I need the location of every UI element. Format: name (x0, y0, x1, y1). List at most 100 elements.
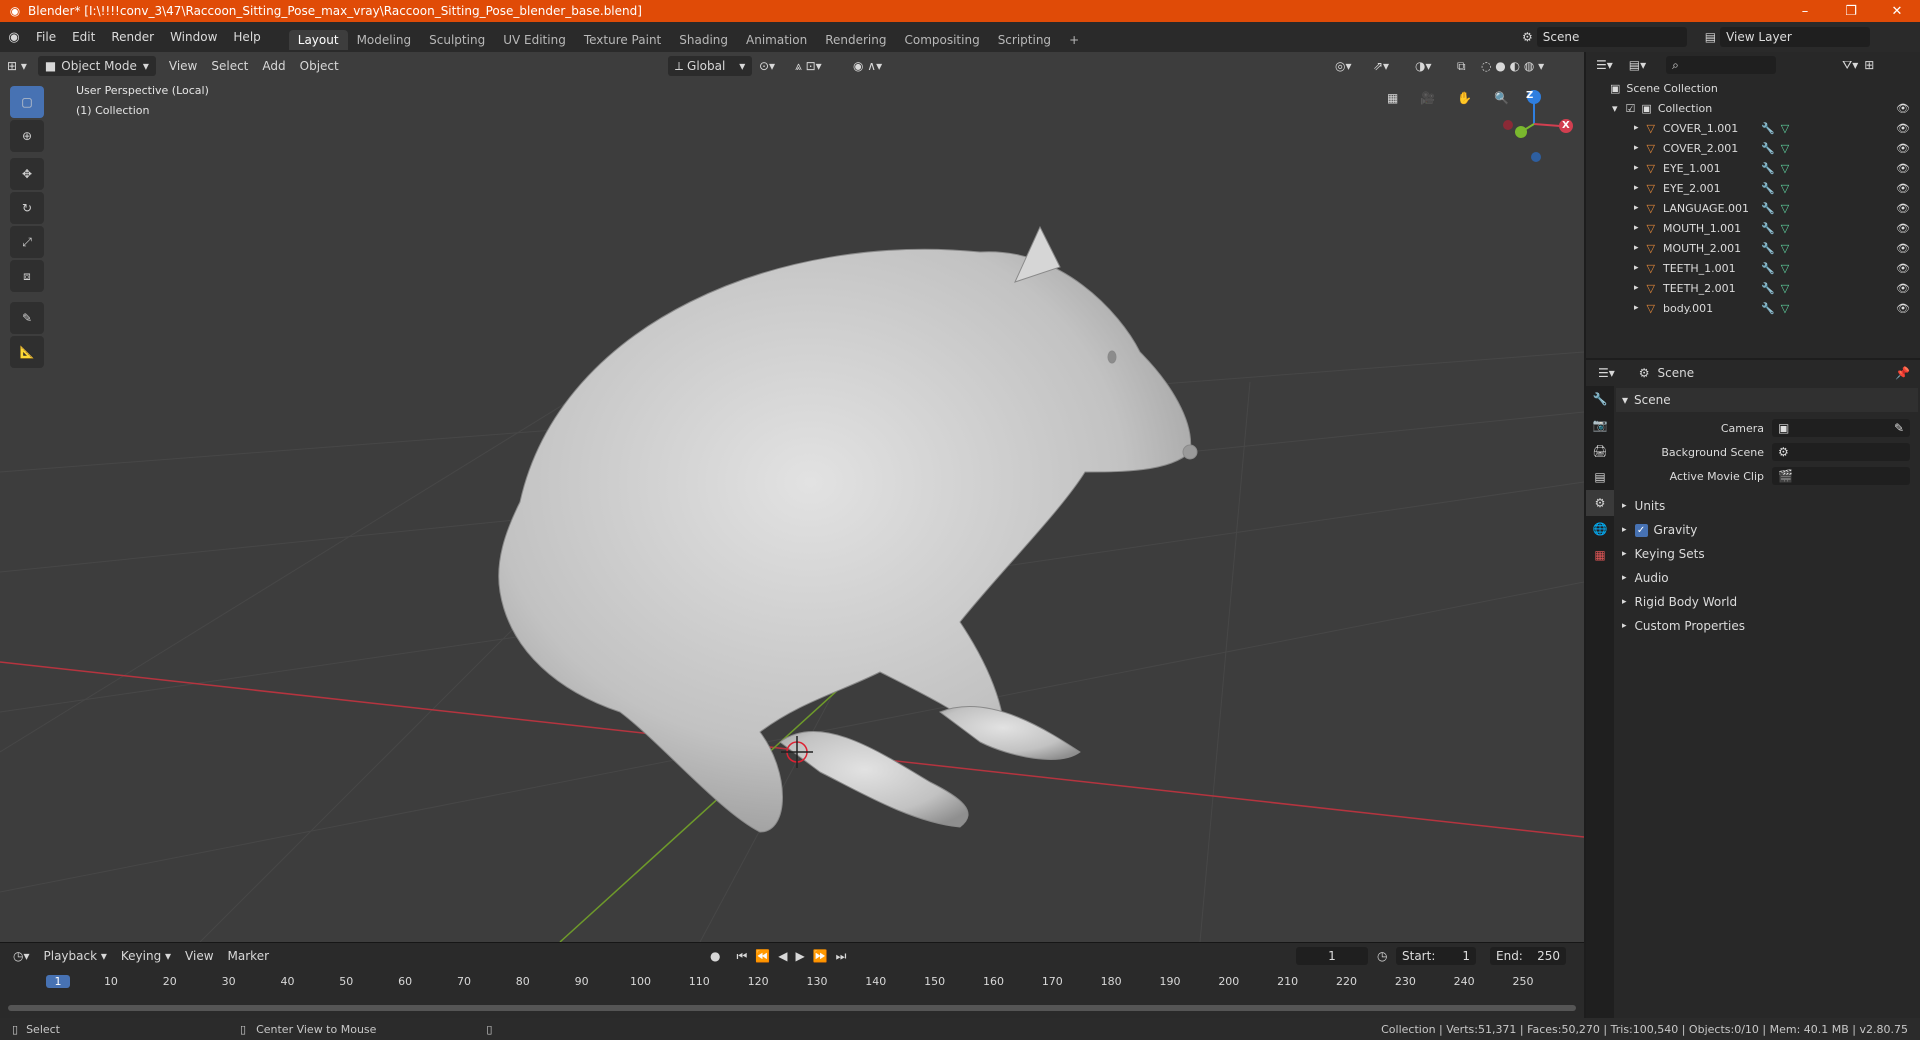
eye-icon[interactable]: 👁 (1896, 222, 1910, 235)
scene-collection-row[interactable]: ▣ Scene Collection (1586, 78, 1920, 98)
tool-tab-icon[interactable]: 🔧 (1586, 386, 1614, 412)
tab-layout[interactable]: Layout (288, 30, 348, 50)
timeline-view-menu[interactable]: View (178, 946, 220, 966)
record-icon[interactable]: ● (710, 949, 720, 964)
3d-viewport[interactable]: Z X ⊞ ▾ ■ Object Mode ▾ View Select Add … (0, 52, 1584, 942)
timeline-scrollbar[interactable] (8, 1005, 1576, 1011)
object-menu[interactable]: Object (293, 56, 346, 76)
eye-icon[interactable]: 👁 (1896, 162, 1910, 175)
camera-view-icon[interactable]: 🎥 (1413, 88, 1442, 108)
proportional-editing-icon[interactable]: ◉ ∧▾ (846, 56, 889, 76)
next-keyframe-icon[interactable]: ⏩ (813, 949, 828, 964)
expand-icon[interactable]: ▸ (1634, 203, 1639, 213)
zoom-view-icon[interactable]: 🔍 (1487, 88, 1516, 108)
expand-icon[interactable]: ▸ (1634, 123, 1639, 133)
move-tool[interactable]: ✥ (10, 158, 44, 190)
eye-icon[interactable]: 👁 (1896, 202, 1910, 215)
pivot-point-icon[interactable]: ⊙▾ (752, 56, 782, 76)
scene-icon[interactable]: ⚙ (1522, 30, 1533, 44)
chevron-down-icon[interactable]: ▾ (1612, 102, 1618, 115)
annotate-tool[interactable]: ✎ (10, 302, 44, 334)
scene-panel-header[interactable]: ▾ Scene (1616, 388, 1918, 412)
background-scene-field[interactable]: ⚙ (1772, 443, 1910, 461)
snap-icon[interactable]: ⩓ ⊡▾ (788, 56, 829, 76)
view-layer-icon[interactable]: ▤ (1705, 30, 1716, 44)
pin-icon[interactable]: 📌 (1895, 366, 1910, 380)
shading-modes[interactable]: ◌ ● ◐ ◍ ▾ (1474, 56, 1551, 76)
mesh-data-icon[interactable]: ▽ (1781, 262, 1789, 275)
gizmo-toggle-icon[interactable]: ⇗▾ (1366, 56, 1396, 76)
view-menu[interactable]: View (162, 56, 204, 76)
texture-tab-icon[interactable]: ▦ (1586, 542, 1614, 568)
eye-icon[interactable]: 👁 (1896, 282, 1910, 295)
transform-tool[interactable]: ⧈ (10, 260, 44, 292)
tab-shading[interactable]: Shading (670, 30, 737, 50)
mesh-data-icon[interactable]: ▽ (1781, 182, 1789, 195)
modifier-icon[interactable]: 🔧 (1761, 182, 1775, 195)
xray-toggle-icon[interactable]: ⧉ (1450, 56, 1473, 76)
pan-view-icon[interactable]: ✋ (1450, 88, 1479, 108)
section-gravity[interactable]: ▸ ✓ Gravity (1616, 518, 1918, 542)
outliner-object-row[interactable]: ▸ ▽ EYE_1.001 🔧 ▽ 👁 (1586, 158, 1920, 178)
expand-icon[interactable]: ▸ (1634, 303, 1639, 313)
menu-render[interactable]: Render (103, 22, 162, 52)
menu-help[interactable]: Help (225, 22, 268, 52)
tab-rendering[interactable]: Rendering (816, 30, 895, 50)
gravity-checkbox[interactable]: ✓ (1634, 523, 1648, 537)
modifier-icon[interactable]: 🔧 (1761, 122, 1775, 135)
eye-icon[interactable]: 👁 (1896, 142, 1910, 155)
properties-editor-icon[interactable]: ☰▾ (1598, 366, 1615, 380)
expand-icon[interactable]: ▸ (1634, 243, 1639, 253)
camera-field[interactable]: ▣ ✎ (1772, 419, 1910, 437)
toggle-camera-grid-icon[interactable]: ▦ (1380, 88, 1405, 108)
outliner-search-input[interactable]: ⌕ (1666, 56, 1777, 74)
measure-tool[interactable]: 📐 (10, 336, 44, 368)
current-frame-field[interactable]: 1 (1296, 947, 1368, 965)
prev-keyframe-icon[interactable]: ⏪ (755, 949, 770, 964)
modifier-icon[interactable]: 🔧 (1761, 162, 1775, 175)
active-movie-clip-field[interactable]: 🎬 (1772, 467, 1910, 485)
tab-compositing[interactable]: Compositing (895, 30, 988, 50)
select-menu[interactable]: Select (204, 56, 255, 76)
mesh-data-icon[interactable]: ▽ (1781, 142, 1789, 155)
timeline-editor-icon[interactable]: ◷▾ (6, 946, 37, 966)
mesh-data-icon[interactable]: ▽ (1781, 162, 1789, 175)
gizmo-x-label[interactable]: X (1562, 120, 1570, 131)
tab-texture-paint[interactable]: Texture Paint (575, 30, 670, 50)
expand-icon[interactable]: ▸ (1634, 223, 1639, 233)
output-tab-icon[interactable]: 🖨 (1586, 438, 1614, 464)
world-tab-icon[interactable]: 🌐 (1586, 516, 1614, 542)
outliner-object-row[interactable]: ▸ ▽ MOUTH_1.001 🔧 ▽ 👁 (1586, 218, 1920, 238)
modifier-icon[interactable]: 🔧 (1761, 242, 1775, 255)
add-workspace-button[interactable]: + (1060, 30, 1088, 50)
mesh-data-icon[interactable]: ▽ (1781, 122, 1789, 135)
play-icon[interactable]: ▶ (795, 949, 804, 964)
tab-scripting[interactable]: Scripting (989, 30, 1060, 50)
outliner-object-row[interactable]: ▸ ▽ COVER_1.001 🔧 ▽ 👁 (1586, 118, 1920, 138)
gizmo-z-label[interactable]: Z (1526, 90, 1533, 101)
eye-icon[interactable]: 👁 (1896, 262, 1910, 275)
mesh-data-icon[interactable]: ▽ (1781, 202, 1789, 215)
scale-tool[interactable]: ⤢ (10, 226, 44, 258)
eye-icon[interactable]: 👁 (1896, 122, 1910, 135)
menu-edit[interactable]: Edit (64, 22, 103, 52)
blender-menu-icon[interactable]: ◉ (0, 30, 28, 45)
orientation-dropdown[interactable]: ⟂ Global ▾ (668, 56, 753, 76)
section-rigid-body-world[interactable]: ▸ Rigid Body World (1616, 590, 1918, 614)
visibility-icon[interactable]: ◎▾ (1328, 56, 1359, 76)
outliner-object-row[interactable]: ▸ ▽ MOUTH_2.001 🔧 ▽ 👁 (1586, 238, 1920, 258)
render-tab-icon[interactable]: 📷 (1586, 412, 1614, 438)
minimize-button[interactable]: – (1782, 0, 1828, 22)
outliner-object-row[interactable]: ▸ ▽ EYE_2.001 🔧 ▽ 👁 (1586, 178, 1920, 198)
modifier-icon[interactable]: 🔧 (1761, 222, 1775, 235)
menu-window[interactable]: Window (162, 22, 225, 52)
eye-icon[interactable]: 👁 (1896, 242, 1910, 255)
section-custom-properties[interactable]: ▸ Custom Properties (1616, 614, 1918, 638)
menu-file[interactable]: File (28, 22, 64, 52)
clock-icon[interactable]: ◷ (1377, 949, 1387, 963)
modifier-icon[interactable]: 🔧 (1761, 142, 1775, 155)
outliner-object-row[interactable]: ▸ ▽ TEETH_1.001 🔧 ▽ 👁 (1586, 258, 1920, 278)
maximize-button[interactable]: ❐ (1828, 0, 1874, 22)
jump-end-icon[interactable]: ⏭ (836, 949, 847, 964)
playback-menu[interactable]: Playback ▾ (37, 946, 114, 966)
